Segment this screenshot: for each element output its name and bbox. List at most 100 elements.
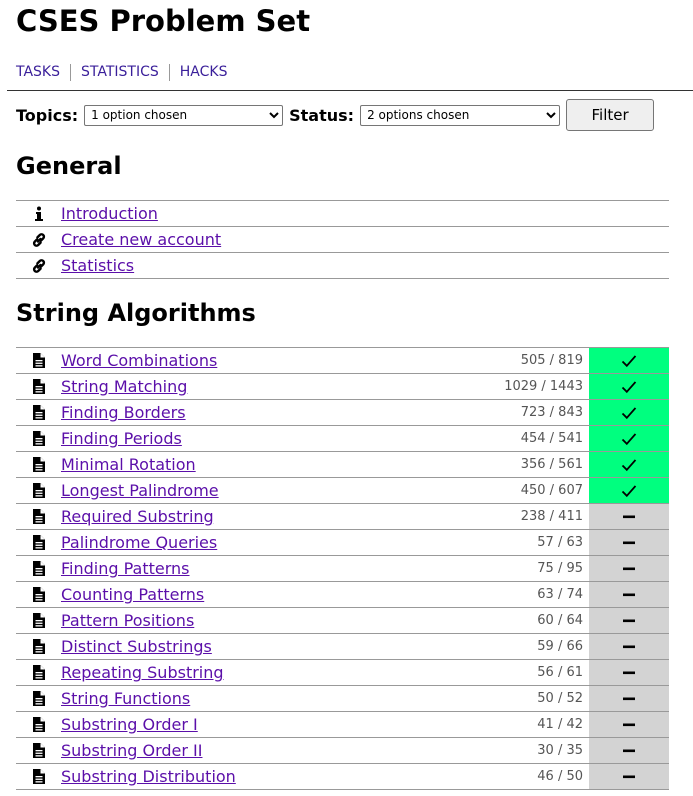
unsolved-dash-icon — [589, 738, 669, 763]
task-link[interactable]: Finding Patterns — [61, 559, 190, 578]
task-link[interactable]: String Matching — [61, 377, 187, 396]
task-row: Substring Distribution 46 / 50 — [16, 763, 669, 790]
string-algorithms-list: Word Combinations 505 / 819 String Matchin… — [16, 347, 669, 790]
unsolved-dash-icon — [589, 712, 669, 737]
file-icon — [16, 509, 61, 524]
task-link[interactable]: Distinct Substrings — [61, 637, 212, 656]
header-divider — [7, 90, 693, 91]
task-row: Minimal Rotation 356 / 561 — [16, 451, 669, 477]
task-link[interactable]: Substring Distribution — [61, 767, 236, 786]
task-row: Counting Patterns 63 / 74 — [16, 581, 669, 607]
solved-check-icon — [589, 400, 669, 425]
nav-tasks[interactable]: TASKS — [16, 64, 60, 81]
filter-button[interactable]: Filter — [566, 99, 655, 131]
file-icon — [16, 431, 61, 446]
file-icon — [16, 717, 61, 732]
task-link[interactable]: Palindrome Queries — [61, 533, 217, 552]
solved-check-icon — [589, 478, 669, 503]
task-link[interactable]: String Functions — [61, 689, 190, 708]
filter-bar: Topics: 1 option chosen Status: 2 option… — [16, 99, 655, 131]
file-icon — [16, 457, 61, 472]
task-count: 60 / 64 — [537, 613, 583, 628]
task-link[interactable]: Longest Palindrome — [61, 481, 219, 500]
task-count: 75 / 95 — [537, 561, 583, 576]
top-nav: TASKS STATISTICS HACKS — [16, 64, 227, 81]
task-row: Required Substring 238 / 411 — [16, 503, 669, 529]
general-list: Introduction Create new account Statistics — [16, 200, 669, 279]
task-link[interactable]: Pattern Positions — [61, 611, 194, 630]
general-link[interactable]: Statistics — [61, 256, 134, 275]
task-count: 50 / 52 — [537, 691, 583, 706]
page-title: CSES Problem Set — [16, 4, 311, 38]
link-icon — [16, 258, 61, 274]
file-icon — [16, 379, 61, 394]
string-algorithms-heading: String Algorithms — [16, 299, 256, 327]
file-icon — [16, 353, 61, 368]
task-link[interactable]: Finding Borders — [61, 403, 186, 422]
general-item-introduction: Introduction — [16, 200, 669, 226]
file-icon — [16, 769, 61, 784]
solved-check-icon — [589, 452, 669, 477]
task-count: 57 / 63 — [537, 535, 583, 550]
nav-divider — [70, 64, 71, 81]
unsolved-dash-icon — [589, 660, 669, 685]
task-link[interactable]: Minimal Rotation — [61, 455, 196, 474]
general-link[interactable]: Introduction — [61, 204, 158, 223]
task-row: Substring Order I 41 / 42 — [16, 711, 669, 737]
task-link[interactable]: Repeating Substring — [61, 663, 224, 682]
task-link[interactable]: Required Substring — [61, 507, 214, 526]
general-item-create-new-account: Create new account — [16, 226, 669, 252]
task-row: Finding Patterns 75 / 95 — [16, 555, 669, 581]
task-count: 1029 / 1443 — [504, 379, 583, 394]
task-link[interactable]: Finding Periods — [61, 429, 182, 448]
file-icon — [16, 743, 61, 758]
task-count: 59 / 66 — [537, 639, 583, 654]
general-heading: General — [16, 152, 122, 180]
link-icon — [16, 232, 61, 248]
task-link[interactable]: Substring Order II — [61, 741, 202, 760]
task-count: 238 / 411 — [520, 509, 583, 524]
task-link[interactable]: Substring Order I — [61, 715, 198, 734]
task-row: Word Combinations 505 / 819 — [16, 347, 669, 373]
file-icon — [16, 691, 61, 706]
unsolved-dash-icon — [589, 504, 669, 529]
task-row: Substring Order II 30 / 35 — [16, 737, 669, 763]
task-count: 30 / 35 — [537, 743, 583, 758]
solved-check-icon — [589, 348, 669, 373]
status-select[interactable]: 2 options chosen — [360, 104, 561, 126]
file-icon — [16, 665, 61, 680]
file-icon — [16, 561, 61, 576]
task-link[interactable]: Counting Patterns — [61, 585, 204, 604]
topics-select[interactable]: 1 option chosen — [84, 104, 284, 126]
task-count: 41 / 42 — [537, 717, 583, 732]
solved-check-icon — [589, 374, 669, 399]
task-link[interactable]: Word Combinations — [61, 351, 217, 370]
task-row: Pattern Positions 60 / 64 — [16, 607, 669, 633]
task-count: 454 / 541 — [520, 431, 583, 446]
task-count: 505 / 819 — [520, 353, 583, 368]
unsolved-dash-icon — [589, 634, 669, 659]
task-count: 450 / 607 — [520, 483, 583, 498]
status-label: Status: — [289, 105, 355, 125]
nav-hacks[interactable]: HACKS — [180, 64, 228, 81]
unsolved-dash-icon — [589, 764, 669, 789]
file-icon — [16, 587, 61, 602]
task-row: Palindrome Queries 57 / 63 — [16, 529, 669, 555]
general-link[interactable]: Create new account — [61, 230, 221, 249]
topics-label: Topics: — [16, 105, 79, 125]
solved-check-icon — [589, 426, 669, 451]
file-icon — [16, 639, 61, 654]
unsolved-dash-icon — [589, 582, 669, 607]
unsolved-dash-icon — [589, 556, 669, 581]
task-row: Repeating Substring 56 / 61 — [16, 659, 669, 685]
nav-statistics[interactable]: STATISTICS — [81, 64, 159, 81]
general-item-statistics: Statistics — [16, 252, 669, 279]
task-count: 46 / 50 — [537, 769, 583, 784]
file-icon — [16, 535, 61, 550]
unsolved-dash-icon — [589, 530, 669, 555]
task-count: 723 / 843 — [520, 405, 583, 420]
file-icon — [16, 405, 61, 420]
task-count: 56 / 61 — [537, 665, 583, 680]
task-row: Finding Borders 723 / 843 — [16, 399, 669, 425]
task-count: 356 / 561 — [520, 457, 583, 472]
